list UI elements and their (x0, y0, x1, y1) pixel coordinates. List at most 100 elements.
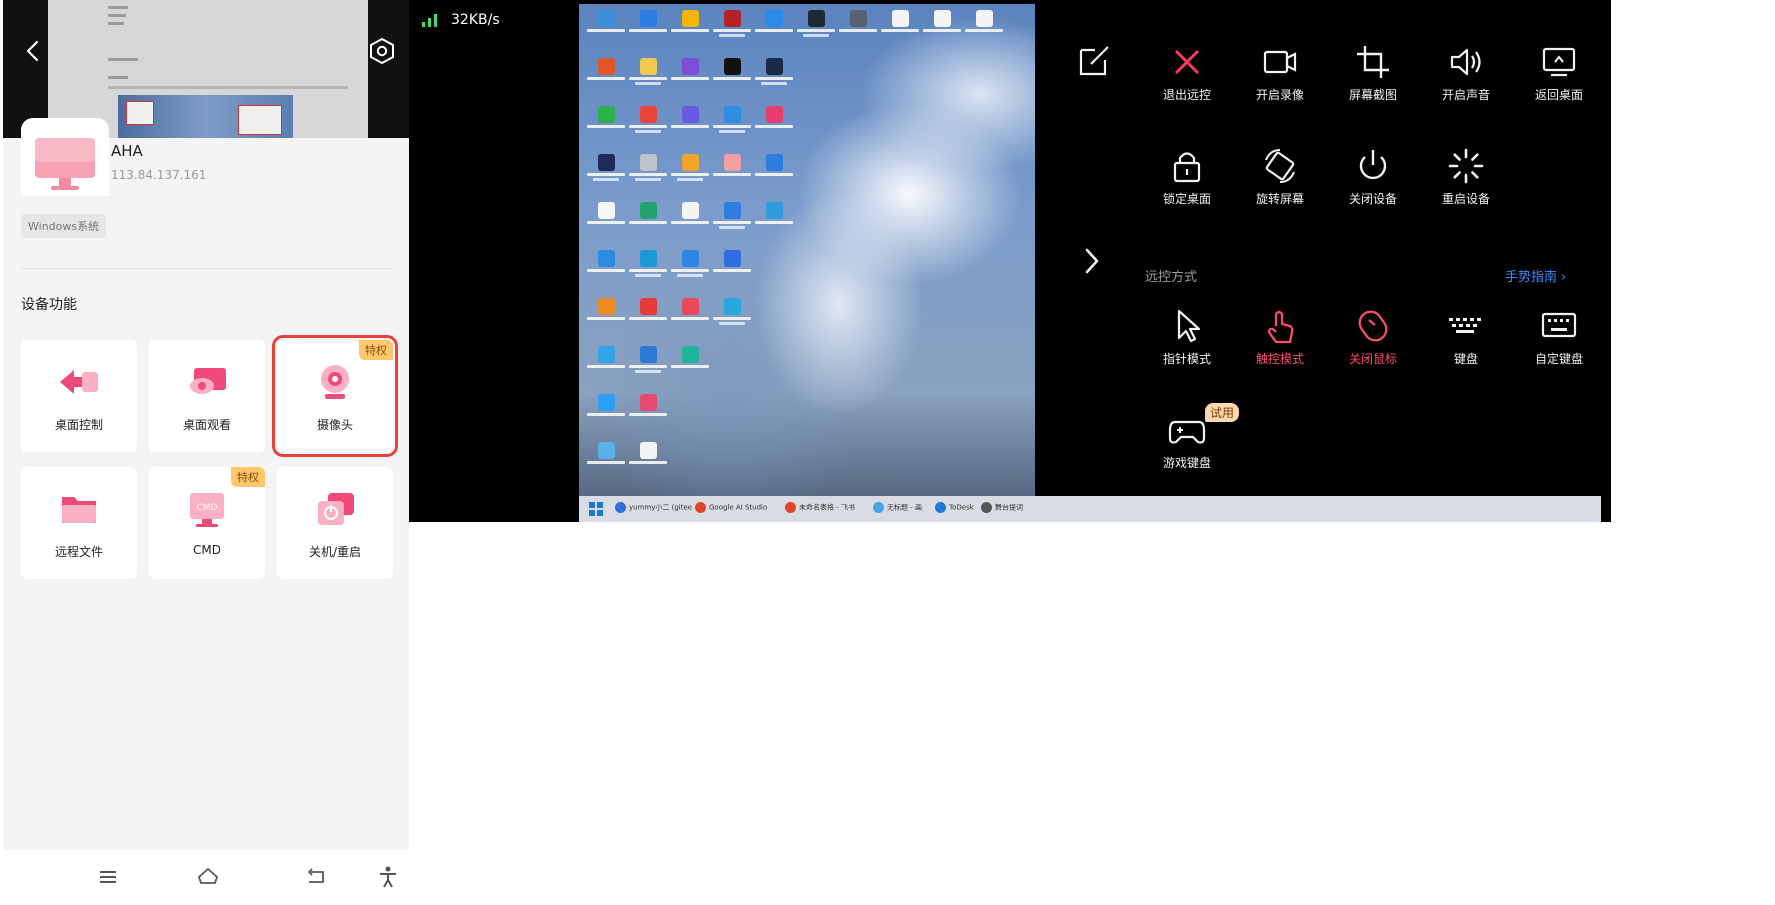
desktop-icon[interactable] (587, 200, 625, 240)
shutdown-device-button[interactable]: 关闭设备 (1333, 146, 1413, 226)
desktop-icon[interactable] (671, 248, 709, 288)
taskbar-item[interactable]: 未命名表格 - 飞书 (785, 502, 855, 516)
feature-desktop-control[interactable]: 桌面控制 (21, 340, 137, 452)
folder-icon (62, 497, 96, 523)
taskbar-item[interactable]: ToDesk (935, 502, 974, 516)
remote-screen[interactable]: 32KB/s yummy小二 (gitee Google AI Studio 未… (409, 0, 1611, 522)
desktop-icon[interactable] (587, 152, 625, 192)
desktop-icon[interactable] (671, 296, 709, 336)
desktop-icon[interactable] (671, 104, 709, 144)
gesture-guide-link[interactable]: 手势指南 › (1505, 266, 1566, 285)
taskbar-item[interactable]: 无标题 - 画 (873, 502, 922, 516)
lock-desktop-button[interactable]: 锁定桌面 (1147, 146, 1227, 226)
start-recording-button[interactable]: 开启录像 (1240, 42, 1320, 122)
menu-label: 开启录像 (1255, 88, 1304, 102)
desktop-icon[interactable] (839, 8, 877, 48)
desktop-icon[interactable] (629, 344, 667, 384)
desktop-return-icon (1542, 47, 1576, 77)
taskbar-item-label: yummy小二 (gitee (629, 503, 693, 512)
menu-label: 退出远控 (1162, 88, 1211, 102)
custom-keyboard-button[interactable]: 自定键盘 (1519, 306, 1599, 386)
disable-mouse-button[interactable]: 关闭鼠标 (1333, 306, 1413, 386)
desktop-icon[interactable] (587, 56, 625, 96)
privilege-badge: 特权 (231, 467, 265, 487)
taskbar-item[interactable]: yummy小二 (gitee (615, 502, 692, 516)
accessibility-icon[interactable] (375, 864, 401, 890)
custom-keyboard-icon (1541, 312, 1577, 338)
thumb-text (108, 6, 128, 9)
desktop-icon[interactable] (713, 296, 751, 336)
desktop-icon[interactable] (965, 8, 1003, 48)
menu-icon[interactable] (95, 864, 121, 890)
touch-mode-button[interactable]: 触控模式 (1240, 306, 1320, 386)
desktop-icon[interactable] (713, 104, 751, 144)
desktop-icon[interactable] (587, 8, 625, 48)
desktop-icon[interactable] (755, 56, 793, 96)
desktop-icon[interactable] (713, 8, 751, 48)
desktop-icon[interactable] (587, 440, 625, 480)
desktop-icon[interactable] (587, 248, 625, 288)
feature-power[interactable]: 关机/重启 (277, 467, 393, 579)
desktop-icon[interactable] (629, 104, 667, 144)
rotate-screen-button[interactable]: 旋转屏幕 (1240, 146, 1320, 226)
desktop-icon[interactable] (923, 8, 961, 48)
loading-spinner-icon (1448, 148, 1484, 184)
desktop-icon[interactable] (713, 200, 751, 240)
desktop-icon[interactable] (755, 8, 793, 48)
desktop-icon[interactable] (629, 296, 667, 336)
desktop-icon[interactable] (755, 152, 793, 192)
desktop-icon[interactable] (629, 8, 667, 48)
desktop-icon[interactable] (629, 152, 667, 192)
desktop-icon[interactable] (587, 392, 625, 432)
pointer-mode-button[interactable]: 指针模式 (1147, 306, 1227, 386)
desktop-icon[interactable] (671, 8, 709, 48)
keyboard-button[interactable]: 键盘 (1426, 306, 1506, 386)
desktop-icon[interactable] (671, 152, 709, 192)
taskbar: yummy小二 (gitee Google AI Studio 未命名表格 - … (579, 496, 1601, 522)
desktop-icon[interactable] (671, 56, 709, 96)
desktop-icon[interactable] (797, 8, 835, 48)
desktop-icon[interactable] (629, 200, 667, 240)
feature-desktop-view[interactable]: 桌面观看 (149, 340, 265, 452)
desktop-icon[interactable] (587, 104, 625, 144)
desktop-icon[interactable] (587, 344, 625, 384)
menu-label: 关闭设备 (1348, 192, 1397, 206)
feature-camera[interactable]: 摄像头 特权 (272, 335, 398, 457)
taskbar-item[interactable]: 舞台提词 (981, 502, 1023, 516)
settings-icon[interactable] (368, 36, 396, 66)
desktop-icon[interactable] (629, 392, 667, 432)
thumb-text (108, 22, 124, 25)
menu-label: 旋转屏幕 (1255, 192, 1304, 206)
return-desktop-button[interactable]: 返回桌面 (1519, 42, 1599, 122)
desktop-icon[interactable] (629, 248, 667, 288)
windows-start-icon[interactable] (589, 502, 603, 516)
menu-label: 指针模式 (1162, 352, 1211, 366)
desktop-icon[interactable] (629, 56, 667, 96)
back-arrow-icon[interactable] (21, 36, 45, 66)
power-icon (1359, 150, 1387, 180)
exit-remote-button[interactable]: 退出远控 (1147, 42, 1227, 122)
desktop-icon[interactable] (587, 296, 625, 336)
desktop-icon[interactable] (713, 56, 751, 96)
desktop-icon[interactable] (713, 152, 751, 192)
return-icon[interactable] (303, 864, 329, 890)
desktop-icon[interactable] (671, 344, 709, 384)
remote-desktop-wallpaper[interactable] (579, 4, 1035, 522)
screenshot-button[interactable]: 屏幕截图 (1333, 42, 1413, 122)
feature-cmd[interactable]: CMD CMD 特权 (149, 467, 265, 579)
enable-sound-button[interactable]: 开启声音 (1426, 42, 1506, 122)
game-keyboard-button[interactable]: 游戏键盘 (1147, 410, 1227, 490)
taskbar-item[interactable]: Google AI Studio (695, 502, 767, 516)
desktop-icon[interactable] (755, 104, 793, 144)
desktop-icon[interactable] (755, 200, 793, 240)
desktop-icon[interactable] (713, 248, 751, 288)
desktop-icon[interactable] (881, 8, 919, 48)
desktop-icon[interactable] (671, 200, 709, 240)
restart-device-button[interactable]: 重启设备 (1426, 146, 1506, 226)
feature-remote-files[interactable]: 远程文件 (21, 467, 137, 579)
desktop-icon[interactable] (629, 440, 667, 480)
edit-icon[interactable] (1077, 42, 1113, 78)
chevron-right-icon[interactable] (1079, 244, 1105, 278)
home-icon[interactable] (195, 864, 221, 890)
rotate-icon (1265, 149, 1295, 183)
